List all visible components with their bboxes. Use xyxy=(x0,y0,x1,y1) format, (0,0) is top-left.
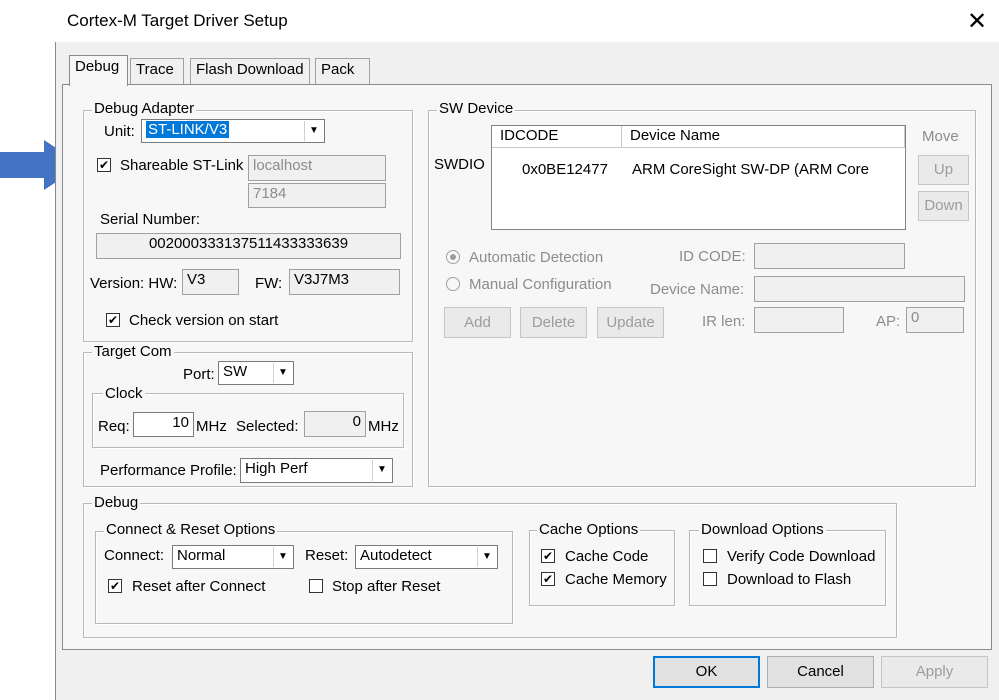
performance-profile-select[interactable]: High Perf ▼ xyxy=(240,458,393,483)
tab-flash-download[interactable]: Flash Download xyxy=(190,58,310,84)
shareable-checkbox[interactable]: ✔ xyxy=(97,158,111,172)
ir-len-label: IR len: xyxy=(702,313,746,330)
chevron-down-icon[interactable]: ▼ xyxy=(372,460,391,481)
row-idcode[interactable]: 0x0BE12477 xyxy=(522,161,608,179)
check-version-checkbox[interactable]: ✔ xyxy=(106,313,120,327)
swdio-label: SWDIO xyxy=(434,156,485,173)
cache-memory-checkbox[interactable]: ✔ xyxy=(541,572,555,586)
column-header-device-name[interactable]: Device Name xyxy=(622,126,905,148)
performance-profile-value: High Perf xyxy=(245,460,308,477)
version-hw-field: V3 xyxy=(182,269,239,295)
reset-after-connect-label: Reset after Connect xyxy=(132,578,266,595)
ir-len-field[interactable] xyxy=(754,307,844,333)
manual-configuration-label: Manual Configuration xyxy=(469,276,612,293)
reset-select[interactable]: Autodetect ▼ xyxy=(355,545,498,569)
automatic-detection-radio[interactable] xyxy=(446,250,460,264)
version-hw-label: Version: HW: xyxy=(90,275,178,292)
reset-label: Reset: xyxy=(305,547,349,564)
window-title: Cortex-M Target Driver Setup xyxy=(67,11,288,30)
debug-label: Debug xyxy=(92,494,141,511)
cache-memory-label: Cache Memory xyxy=(565,571,667,588)
ap-label: AP: xyxy=(876,313,901,330)
update-button[interactable]: Update xyxy=(597,307,664,338)
move-label: Move xyxy=(922,128,959,145)
id-code-label: ID CODE: xyxy=(679,248,746,265)
delete-button[interactable]: Delete xyxy=(520,307,587,338)
device-name-label: Device Name: xyxy=(650,281,745,298)
selected-field: 0 xyxy=(304,411,366,437)
download-to-flash-checkbox[interactable] xyxy=(703,572,717,586)
connect-reset-label: Connect & Reset Options xyxy=(104,521,278,538)
verify-code-download-label: Verify Code Download xyxy=(727,548,876,565)
add-button[interactable]: Add xyxy=(444,307,511,338)
port-value: SW xyxy=(223,363,248,380)
cache-code-label: Cache Code xyxy=(565,548,649,565)
move-up-button[interactable]: Up xyxy=(918,155,969,185)
stop-after-reset-checkbox[interactable] xyxy=(309,579,323,593)
shareable-label: Shareable ST-Link xyxy=(120,157,244,174)
connect-label: Connect: xyxy=(104,547,165,564)
cache-options-label: Cache Options xyxy=(537,521,641,538)
reset-value: Autodetect xyxy=(360,547,432,564)
move-down-button[interactable]: Down xyxy=(918,191,969,221)
tab-pack[interactable]: Pack xyxy=(315,58,370,84)
automatic-detection-label: Automatic Detection xyxy=(469,249,604,266)
port-number-field[interactable]: 7184 xyxy=(248,183,386,208)
stop-after-reset-label: Stop after Reset xyxy=(332,578,441,595)
req-label: Req: xyxy=(98,418,130,435)
req-unit: MHz xyxy=(196,418,227,435)
verify-code-download-checkbox[interactable] xyxy=(703,549,717,563)
debug-adapter-label: Debug Adapter xyxy=(92,100,197,117)
close-icon[interactable]: ✕ xyxy=(960,5,994,37)
column-header-idcode[interactable]: IDCODE xyxy=(492,126,622,148)
cancel-button[interactable]: Cancel xyxy=(767,656,874,688)
connect-value: Normal xyxy=(177,547,226,564)
reset-after-connect-checkbox[interactable]: ✔ xyxy=(108,579,122,593)
version-fw-label: FW: xyxy=(255,275,283,292)
download-options-label: Download Options xyxy=(699,521,826,538)
tab-debug[interactable]: Debug xyxy=(69,55,128,86)
chevron-down-icon[interactable]: ▼ xyxy=(273,363,292,383)
clock-label: Clock xyxy=(103,385,145,402)
apply-button[interactable]: Apply xyxy=(881,656,988,688)
unit-label: Unit: xyxy=(104,123,135,140)
port-select[interactable]: SW ▼ xyxy=(218,361,294,385)
sw-device-list[interactable]: IDCODE Device Name 0x0BE12477 ARM CoreSi… xyxy=(491,125,906,230)
ok-button[interactable]: OK xyxy=(653,656,760,688)
selected-unit: MHz xyxy=(368,418,399,435)
check-version-label: Check version on start xyxy=(129,312,279,329)
port-label: Port: xyxy=(183,366,215,383)
performance-profile-label: Performance Profile: xyxy=(100,462,237,479)
cache-options-group xyxy=(529,530,675,606)
tab-trace[interactable]: Trace xyxy=(130,58,184,84)
ap-field[interactable]: 0 xyxy=(906,307,964,333)
version-fw-field: V3J7M3 xyxy=(289,269,400,295)
serial-number-label: Serial Number: xyxy=(100,211,201,228)
chevron-down-icon[interactable]: ▼ xyxy=(304,121,323,141)
serial-number-field: 002000333137511433333639 xyxy=(96,233,401,259)
unit-value: ST-LINK/V3 xyxy=(146,121,230,138)
id-code-field[interactable] xyxy=(754,243,905,269)
unit-select[interactable]: ST-LINK/V3 ▼ xyxy=(141,119,325,143)
device-name-field[interactable] xyxy=(754,276,965,302)
selected-label: Selected: xyxy=(236,418,299,435)
download-options-group xyxy=(689,530,886,606)
req-input[interactable]: 10 xyxy=(133,412,194,437)
cache-code-checkbox[interactable]: ✔ xyxy=(541,549,555,563)
target-com-label: Target Com xyxy=(92,343,174,360)
sw-device-label: SW Device xyxy=(437,100,516,117)
manual-configuration-radio[interactable] xyxy=(446,277,460,291)
host-field[interactable]: localhost xyxy=(248,155,386,181)
radio-dot-icon xyxy=(450,254,456,260)
chevron-down-icon[interactable]: ▼ xyxy=(273,547,292,567)
download-to-flash-label: Download to Flash xyxy=(727,571,852,588)
row-device-name[interactable]: ARM CoreSight SW-DP (ARM Core xyxy=(632,161,869,179)
chevron-down-icon[interactable]: ▼ xyxy=(477,547,496,567)
connect-select[interactable]: Normal ▼ xyxy=(172,545,294,569)
